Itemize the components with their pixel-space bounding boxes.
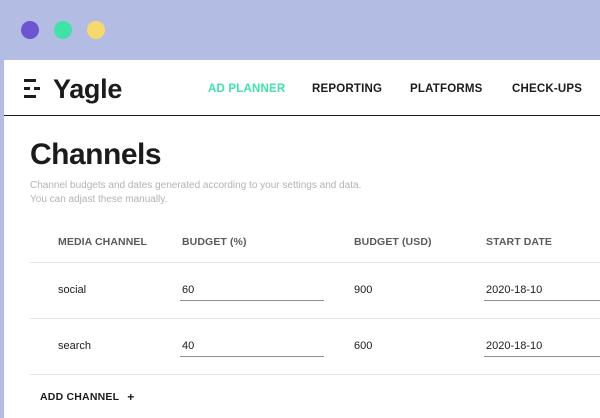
nav-check-ups[interactable]: CHECK-UPS [512,83,582,95]
input-underline [484,300,600,301]
brand-name: Yagle [53,73,123,104]
row-search-budget-usd: 600 [354,340,373,352]
row-social-start-date-input[interactable]: 2020-18-10 [486,284,542,296]
nav-platforms[interactable]: PLATFORMS [410,83,483,95]
brand-logo[interactable]: Yagle [24,74,122,104]
input-underline [180,356,324,357]
page-title: Channels [30,138,162,171]
column-header-budget-percent: BUDGET (%) [182,236,247,248]
plus-icon: + [127,390,135,404]
table-divider [30,262,600,263]
window-chrome [0,0,600,60]
row-search-budget-percent-input[interactable]: 40 [182,340,194,352]
table-divider [30,374,600,375]
input-underline [180,300,324,301]
column-header-media-channel: MEDIA CHANNEL [58,236,147,248]
row-social-budget-usd: 900 [354,284,373,296]
row-search-start-date-input[interactable]: 2020-18-10 [486,340,542,352]
app-window: Yagle AD PLANNER REPORTING PLATFORMS CHE… [4,60,600,418]
row-social-budget-percent-input[interactable]: 60 [182,284,194,296]
table-divider [30,318,600,319]
add-channel-label: ADD CHANNEL [40,391,120,403]
page-subtitle-line-1: Channel budgets and dates generated acco… [30,180,362,191]
column-header-budget-usd: BUDGET (USD) [354,236,432,248]
logo-icon [24,78,42,100]
row-social-channel: social [58,284,87,296]
column-header-start-date: START DATE [486,236,552,248]
input-underline [484,356,600,357]
window-dot-purple[interactable] [21,21,39,39]
window-dot-yellow[interactable] [87,21,105,39]
nav-reporting[interactable]: REPORTING [312,83,382,95]
window-dot-green[interactable] [54,21,72,39]
nav-ad-planner[interactable]: AD PLANNER [208,83,285,95]
page-subtitle-line-2: You can adjast these manually. [30,194,168,205]
add-channel-button[interactable]: ADD CHANNEL + [40,390,134,404]
top-navigation-bar: Yagle AD PLANNER REPORTING PLATFORMS CHE… [4,60,600,116]
row-search-channel: search [58,340,92,352]
